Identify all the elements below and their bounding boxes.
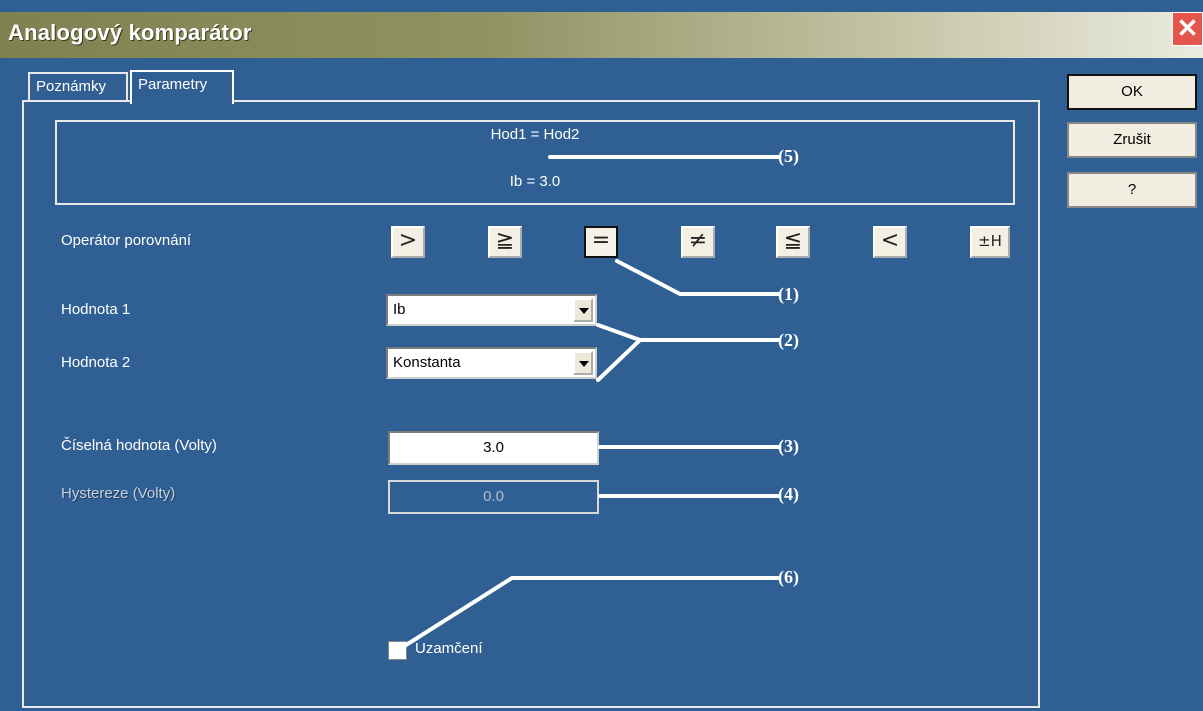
operator-less-button[interactable]: < [873, 226, 907, 258]
cancel-button[interactable]: Zrušit [1067, 122, 1197, 158]
summary-expression: Hod1 = Hod2 [490, 126, 580, 143]
title-bar: Analogový komparátor [0, 12, 1203, 58]
dialog-window: Analogový komparátor ✕ Poznámky Parametr… [0, 0, 1203, 711]
callout-5: (5) [778, 146, 799, 166]
operator-not-equal-button[interactable]: ≠ [681, 226, 715, 258]
window-title: Analogový komparátor [8, 20, 252, 45]
callout-1: (1) [778, 284, 799, 304]
value1-label: Hodnota 1 [61, 301, 131, 318]
value2-select[interactable]: Konstanta [386, 347, 597, 379]
numeric-value-input[interactable]: 3.0 [388, 431, 599, 465]
operator-hysteresis-button[interactable]: ±H [970, 226, 1010, 258]
numeric-value-label: Číselná hodnota (Volty) [61, 437, 217, 454]
tab-notes[interactable]: Poznámky [28, 72, 128, 100]
lock-checkbox[interactable] [388, 641, 407, 660]
lock-label: Uzamčení [415, 640, 483, 657]
hysteresis-input: 0.0 [388, 480, 599, 514]
value1-selected: Ib [393, 301, 406, 318]
close-button[interactable]: ✕ [1172, 12, 1203, 46]
callout-6: (6) [778, 567, 799, 587]
value2-label: Hodnota 2 [61, 354, 131, 371]
operator-label: Operátor porovnání [61, 232, 192, 249]
operator-less-equal-button[interactable]: ≦ [776, 226, 810, 258]
operator-equal-button[interactable]: = [584, 226, 618, 258]
hysteresis-label: Hystereze (Volty) [61, 485, 176, 502]
help-button[interactable]: ? [1067, 172, 1197, 208]
ok-button[interactable]: OK [1067, 74, 1197, 110]
value1-select[interactable]: Ib [386, 294, 597, 326]
value2-selected: Konstanta [393, 354, 461, 371]
callout-3: (3) [778, 436, 799, 456]
tab-joint [132, 99, 232, 103]
chevron-down-icon[interactable] [573, 351, 593, 375]
callout-2: (2) [778, 330, 799, 350]
operator-greater-equal-button[interactable]: ≧ [488, 226, 522, 258]
summary-value: Ib = 3.0 [509, 173, 561, 190]
chevron-down-icon[interactable] [573, 298, 593, 322]
callout-4: (4) [778, 484, 799, 504]
operator-greater-button[interactable]: > [391, 226, 425, 258]
